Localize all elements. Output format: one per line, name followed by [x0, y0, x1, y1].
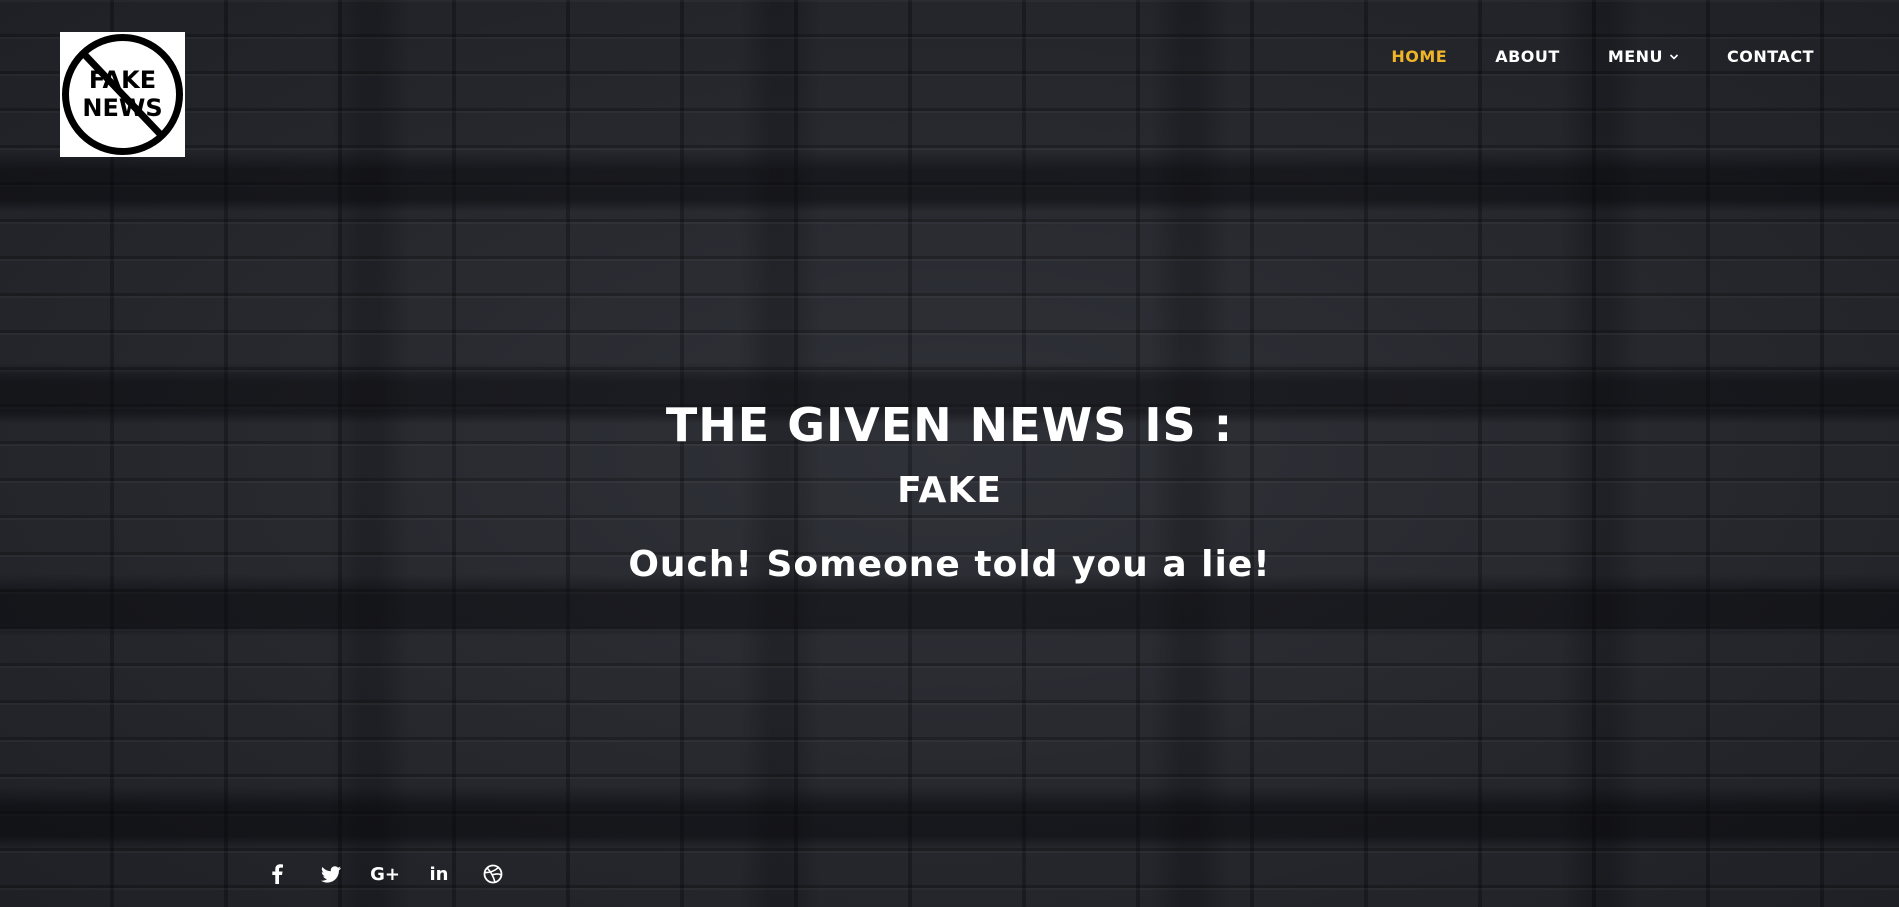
logo-text-line2: NEWS: [82, 94, 162, 122]
result-heading: THE GIVEN NEWS IS :: [665, 398, 1234, 452]
fake-news-logo[interactable]: FAKE NEWS: [60, 32, 185, 157]
dribbble-icon[interactable]: [481, 862, 505, 886]
result-verdict: FAKE: [897, 470, 1002, 511]
nav-menu-label: MENU: [1607, 47, 1664, 66]
twitter-icon[interactable]: [319, 862, 343, 886]
chevron-down-icon: [1669, 54, 1679, 60]
nav-menu[interactable]: MENU: [1608, 45, 1679, 69]
logo-text-line1: FAKE: [89, 66, 156, 94]
no-fake-news-icon: FAKE NEWS: [62, 34, 183, 155]
facebook-icon[interactable]: [265, 862, 289, 886]
linkedin-icon[interactable]: in: [427, 862, 451, 886]
main-nav: HOME ABOUT MENU CONTACT: [1343, 45, 1814, 69]
result-message: Ouch! Someone told you a lie!: [628, 544, 1271, 585]
social-links: G+ in: [265, 862, 535, 886]
nav-home[interactable]: HOME: [1391, 45, 1447, 69]
nav-contact[interactable]: CONTACT: [1727, 45, 1814, 69]
google-plus-icon[interactable]: G+: [370, 862, 400, 886]
result-section: THE GIVEN NEWS IS : FAKE Ouch! Someone t…: [0, 395, 1899, 589]
nav-about[interactable]: ABOUT: [1495, 45, 1560, 69]
